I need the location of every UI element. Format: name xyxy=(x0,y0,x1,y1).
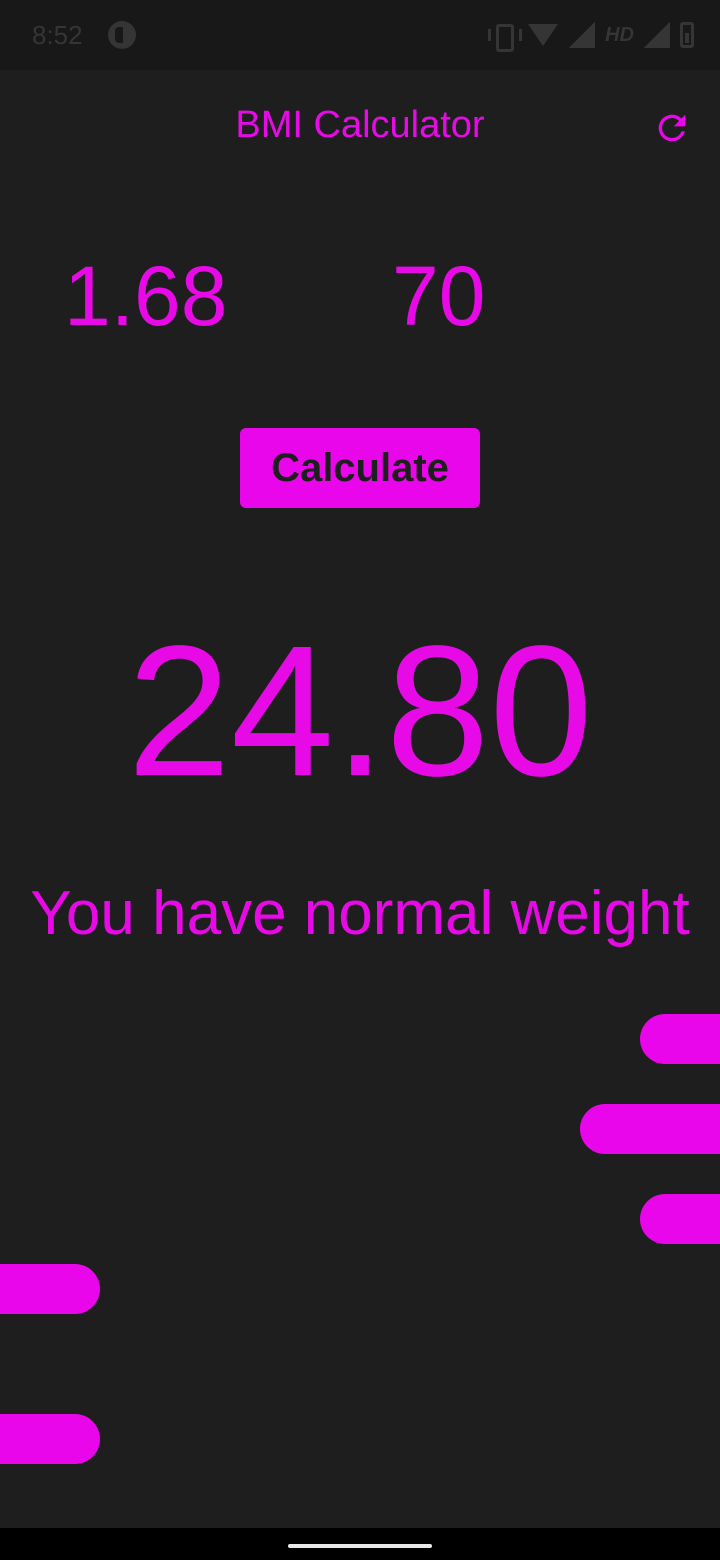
decorative-pill xyxy=(580,1104,720,1154)
decorative-pill xyxy=(0,1264,100,1314)
signal-icon xyxy=(569,22,596,48)
height-input[interactable]: 1.68 xyxy=(64,248,284,348)
decorative-pill xyxy=(640,1194,720,1244)
wifi-icon xyxy=(527,22,559,48)
app-screen: 8:52 HD BMI Calculator 1.68 70 Calculate… xyxy=(0,0,720,1560)
app-title: BMI Calculator xyxy=(235,104,485,146)
notification-app-icon xyxy=(108,21,136,49)
hd-indicator: HD xyxy=(605,23,634,46)
status-bar: 8:52 HD xyxy=(0,0,720,70)
navigation-bar xyxy=(0,1528,720,1560)
weight-input[interactable]: 70 xyxy=(392,248,612,348)
status-icons: HD xyxy=(487,20,694,52)
bmi-result-message: You have normal weight xyxy=(30,879,690,948)
vibrate-icon xyxy=(487,22,523,52)
decorative-pill xyxy=(0,1414,100,1464)
status-time: 8:52 xyxy=(32,20,83,50)
battery-icon xyxy=(680,22,694,48)
calculate-button[interactable]: Calculate xyxy=(240,428,480,508)
decorative-pill xyxy=(640,1014,720,1064)
refresh-button[interactable] xyxy=(648,104,696,152)
bmi-result-value: 24.80 xyxy=(127,608,593,815)
home-gesture-handle[interactable] xyxy=(288,1544,432,1548)
cell-signal-icon xyxy=(644,22,670,48)
refresh-icon xyxy=(658,114,686,142)
